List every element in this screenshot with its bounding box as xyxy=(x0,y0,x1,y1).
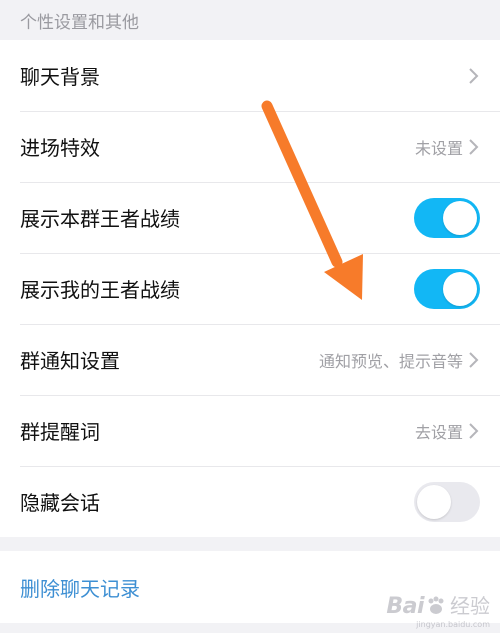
toggle-knob xyxy=(443,271,477,306)
chevron-right-icon xyxy=(467,138,480,156)
row-value: 去设置 xyxy=(414,422,463,442)
chevron-right-icon xyxy=(467,422,480,440)
row-right: 通知预览、提示音等 xyxy=(319,348,480,372)
paw-icon xyxy=(425,595,447,617)
row-group-notification[interactable]: 群通知设置 通知预览、提示音等 xyxy=(0,324,500,395)
toggle-switch[interactable] xyxy=(414,197,480,238)
row-right: 未设置 xyxy=(415,135,480,159)
row-hide-conversation: 隐藏会话 xyxy=(0,466,500,537)
toggle-knob xyxy=(443,200,477,235)
row-value: 通知预览、提示音等 xyxy=(318,351,463,371)
row-label: 群提醒词 xyxy=(20,420,100,444)
chevron-right-icon xyxy=(467,351,480,369)
settings-group: 聊天背景 进场特效 未设置 展示本群王者战绩 展示我的王者战绩 群通知设置 通知… xyxy=(0,40,500,537)
row-label: 聊天背景 xyxy=(20,65,100,89)
watermark-brand: Bai xyxy=(386,594,424,619)
row-label: 群通知设置 xyxy=(20,349,120,373)
row-chat-background[interactable]: 聊天背景 xyxy=(0,40,500,111)
row-label: 进场特效 xyxy=(20,136,100,160)
toggle-switch[interactable] xyxy=(414,481,480,522)
row-label: 展示本群王者战绩 xyxy=(20,207,180,231)
row-label: 隐藏会话 xyxy=(20,491,100,515)
row-show-my-record: 展示我的王者战绩 xyxy=(0,253,500,324)
watermark-suffix: 经验 xyxy=(450,594,490,618)
row-right: 去设置 xyxy=(415,419,480,443)
toggle-switch[interactable] xyxy=(414,268,480,309)
baidu-watermark: Bai 经验 jingyan.baidu.com xyxy=(386,590,490,629)
row-group-reminder-words[interactable]: 群提醒词 去设置 xyxy=(0,395,500,466)
section-header: 个性设置和其他 xyxy=(20,12,139,33)
row-label: 展示我的王者战绩 xyxy=(20,278,180,302)
row-right xyxy=(467,67,480,85)
row-show-group-record: 展示本群王者战绩 xyxy=(0,182,500,253)
row-value: 未设置 xyxy=(414,138,463,158)
chevron-right-icon xyxy=(467,67,480,85)
toggle-knob xyxy=(417,484,451,519)
watermark-url: jingyan.baidu.com xyxy=(416,620,490,629)
row-entrance-effect[interactable]: 进场特效 未设置 xyxy=(0,111,500,182)
